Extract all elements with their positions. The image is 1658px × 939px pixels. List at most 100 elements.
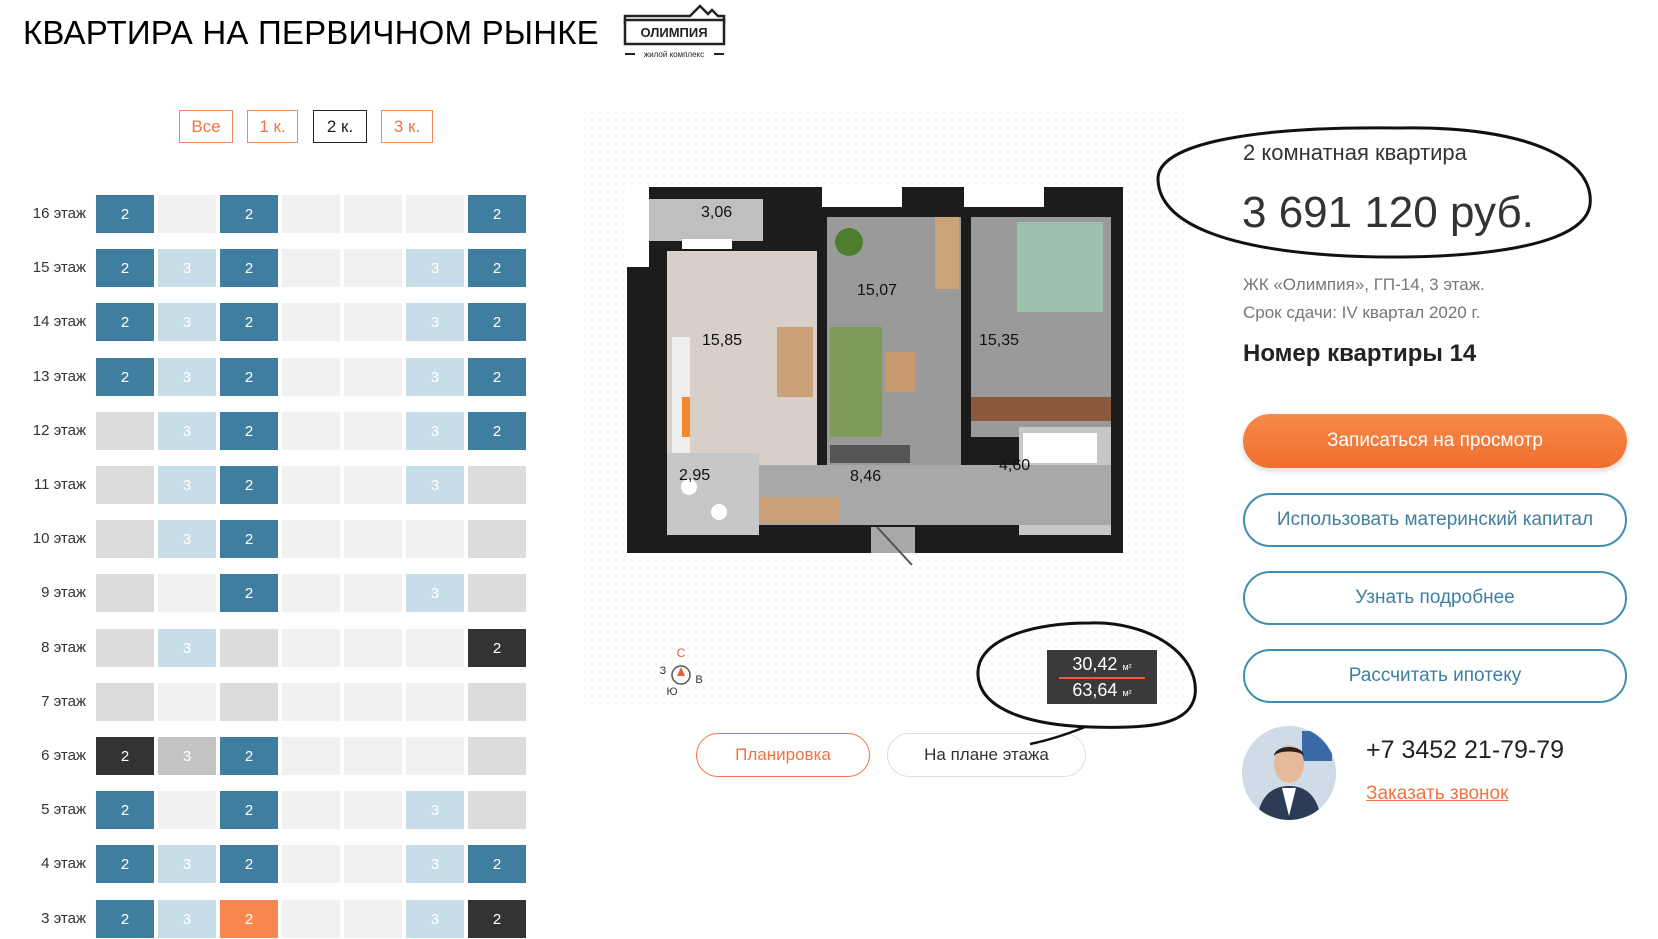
apartment-cell[interactable]: 3 bbox=[158, 412, 216, 450]
apartment-cell[interactable] bbox=[96, 683, 154, 721]
floor-label: 9 этаж bbox=[41, 584, 86, 601]
filter-1-room[interactable]: 1 к. bbox=[247, 110, 298, 143]
maternity-capital-button[interactable]: Использовать материнский капитал bbox=[1243, 493, 1627, 547]
apartment-cell[interactable]: 2 bbox=[468, 195, 526, 233]
plan-view-button[interactable]: Планировка bbox=[696, 733, 870, 777]
apartment-cell[interactable]: 3 bbox=[406, 412, 464, 450]
apartment-cell[interactable]: 2 bbox=[468, 358, 526, 396]
apartment-cell[interactable]: 3 bbox=[158, 520, 216, 558]
apartment-cell bbox=[158, 574, 216, 612]
apartment-cell[interactable] bbox=[220, 629, 278, 667]
filter-all[interactable]: Все bbox=[179, 110, 233, 143]
apartment-cell bbox=[282, 195, 340, 233]
apartment-cell[interactable]: 2 bbox=[220, 737, 278, 775]
floor-label: 12 этаж bbox=[32, 422, 86, 439]
filter-3-room[interactable]: 3 к. bbox=[381, 110, 433, 143]
apartment-cell[interactable]: 3 bbox=[406, 900, 464, 938]
apartment-cell bbox=[158, 683, 216, 721]
apartment-cell[interactable] bbox=[468, 574, 526, 612]
apartment-cell[interactable]: 2 bbox=[220, 412, 278, 450]
apartment-cell[interactable] bbox=[220, 683, 278, 721]
apartment-cell bbox=[344, 249, 402, 287]
apartment-cell[interactable]: 2 bbox=[220, 520, 278, 558]
apartment-cell[interactable]: 2 bbox=[468, 412, 526, 450]
floor-label: 7 этаж bbox=[41, 693, 86, 710]
apartment-cell[interactable]: 2 bbox=[96, 791, 154, 829]
apartment-cell[interactable]: 3 bbox=[158, 303, 216, 341]
apartment-cell bbox=[406, 195, 464, 233]
apartment-cell[interactable]: 2 bbox=[468, 629, 526, 667]
apartment-cell[interactable]: 2 bbox=[220, 303, 278, 341]
apartment-cell[interactable] bbox=[468, 737, 526, 775]
phone-number[interactable]: +7 3452 21-79-79 bbox=[1366, 736, 1564, 765]
apartment-cell[interactable]: 2 bbox=[468, 303, 526, 341]
floor-label: 4 этаж bbox=[41, 855, 86, 872]
compass-icon: С З В Ю bbox=[654, 645, 708, 701]
apartment-cell[interactable]: 2 bbox=[220, 195, 278, 233]
apartment-cell[interactable] bbox=[96, 466, 154, 504]
floor-plan: 3,06 15,85 15,07 15,35 2,95 8,46 4,60 bbox=[627, 187, 1123, 582]
floor-label: 13 этаж bbox=[32, 368, 86, 385]
apartment-cell[interactable]: 3 bbox=[158, 900, 216, 938]
apartment-cell[interactable]: 3 bbox=[406, 358, 464, 396]
apartment-cell[interactable]: 3 bbox=[406, 845, 464, 883]
apartment-cell[interactable]: 3 bbox=[158, 466, 216, 504]
request-callback-link[interactable]: Заказать звонок bbox=[1366, 783, 1508, 805]
apartment-cell bbox=[282, 900, 340, 938]
apartment-cell[interactable]: 3 bbox=[158, 249, 216, 287]
apartment-cell[interactable]: 3 bbox=[158, 358, 216, 396]
manager-avatar bbox=[1242, 726, 1336, 820]
apartment-cell bbox=[282, 791, 340, 829]
room-area-living: 15,07 bbox=[857, 282, 898, 299]
apartment-cell[interactable]: 2 bbox=[220, 845, 278, 883]
logo-name: ОЛИМПИЯ bbox=[640, 25, 707, 40]
apartment-cell[interactable] bbox=[96, 629, 154, 667]
room-area-wc: 2,95 bbox=[679, 467, 711, 484]
apartment-cell[interactable]: 3 bbox=[406, 466, 464, 504]
apartment-cell[interactable] bbox=[468, 683, 526, 721]
filter-2-room[interactable]: 2 к. bbox=[313, 110, 367, 143]
apartment-cell[interactable]: 3 bbox=[406, 574, 464, 612]
apartment-cell[interactable]: 3 bbox=[406, 791, 464, 829]
apartment-cell bbox=[282, 303, 340, 341]
apartment-cell[interactable]: 2 bbox=[468, 900, 526, 938]
apartment-cell[interactable]: 3 bbox=[158, 845, 216, 883]
apartment-cell[interactable]: 2 bbox=[96, 358, 154, 396]
apartment-cell[interactable] bbox=[468, 466, 526, 504]
apartment-cell[interactable]: 3 bbox=[406, 303, 464, 341]
apartment-cell[interactable]: 2 bbox=[468, 249, 526, 287]
apartment-cell[interactable]: 2 bbox=[220, 358, 278, 396]
apartment-cell[interactable]: 2 bbox=[220, 249, 278, 287]
apartment-cell[interactable]: 3 bbox=[158, 629, 216, 667]
floor-label: 16 этаж bbox=[32, 205, 86, 222]
apartment-cell bbox=[344, 412, 402, 450]
apartment-cell[interactable]: 2 bbox=[96, 249, 154, 287]
apartment-cell[interactable]: 2 bbox=[220, 574, 278, 612]
apartment-cell[interactable]: 2 bbox=[96, 845, 154, 883]
floor-label: 15 этаж bbox=[32, 259, 86, 276]
apartment-cell[interactable] bbox=[96, 520, 154, 558]
apartment-cell[interactable] bbox=[468, 791, 526, 829]
book-viewing-button[interactable]: Записаться на просмотр bbox=[1243, 414, 1627, 468]
apartment-cell bbox=[406, 629, 464, 667]
apartment-cell[interactable]: 3 bbox=[158, 737, 216, 775]
learn-more-button[interactable]: Узнать подробнее bbox=[1243, 571, 1627, 625]
compass-east: В bbox=[695, 674, 702, 686]
apartment-cell[interactable]: 2 bbox=[220, 466, 278, 504]
apartment-cell[interactable] bbox=[96, 412, 154, 450]
apartment-cell bbox=[344, 845, 402, 883]
apartment-cell[interactable]: 2 bbox=[468, 845, 526, 883]
apartment-cell[interactable]: 2 bbox=[96, 900, 154, 938]
apartment-cell[interactable]: 3 bbox=[406, 249, 464, 287]
apartment-cell[interactable]: 2 bbox=[220, 900, 278, 938]
apartment-cell[interactable]: 2 bbox=[96, 303, 154, 341]
floor-label: 14 этаж bbox=[32, 313, 86, 330]
room-area-kitchen: 15,85 bbox=[702, 332, 743, 349]
apartment-cell[interactable]: 2 bbox=[96, 195, 154, 233]
mortgage-calculator-button[interactable]: Рассчитать ипотеку bbox=[1243, 649, 1627, 703]
apartment-cell bbox=[282, 249, 340, 287]
apartment-cell[interactable] bbox=[96, 574, 154, 612]
apartment-cell[interactable]: 2 bbox=[96, 737, 154, 775]
apartment-cell[interactable]: 2 bbox=[220, 791, 278, 829]
apartment-cell[interactable] bbox=[468, 520, 526, 558]
